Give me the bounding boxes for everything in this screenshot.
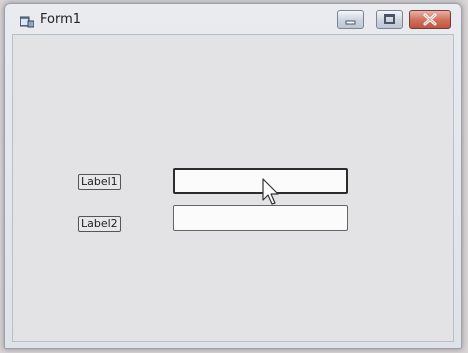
form-app-icon bbox=[19, 13, 35, 28]
label2[interactable]: Label2 bbox=[78, 216, 121, 232]
textbox1[interactable] bbox=[173, 168, 348, 194]
title-bar[interactable]: Form1 bbox=[5, 4, 461, 34]
textbox2[interactable] bbox=[173, 205, 348, 231]
label1[interactable]: Label1 bbox=[78, 174, 121, 190]
maximize-button[interactable] bbox=[376, 10, 403, 29]
minimize-icon bbox=[345, 20, 356, 25]
minimize-button[interactable] bbox=[337, 10, 364, 29]
maximize-icon bbox=[384, 14, 395, 24]
close-icon bbox=[423, 13, 437, 26]
arrow-cursor-icon bbox=[262, 178, 279, 205]
window-title: Form1 bbox=[40, 12, 82, 27]
close-button[interactable] bbox=[409, 10, 451, 29]
